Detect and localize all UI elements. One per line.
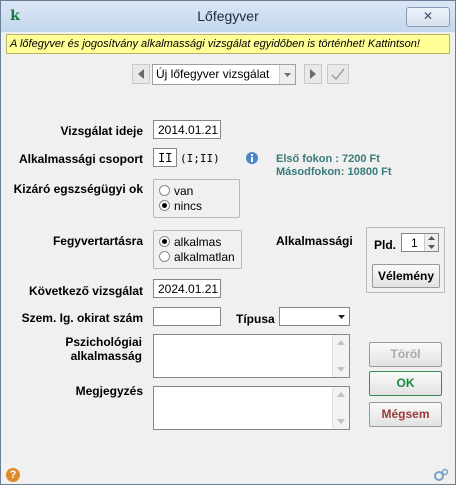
title-bar: k Lőfegyver ✕ bbox=[1, 1, 455, 32]
radio-icon[interactable] bbox=[159, 185, 170, 196]
radio-selected-icon[interactable] bbox=[159, 200, 170, 211]
opinion-button-label: Vélemény bbox=[377, 269, 435, 283]
fitness-label: Alkalmassági bbox=[276, 234, 353, 248]
fee-first-instance: Első fokon : 7200 Ft bbox=[276, 153, 380, 165]
exclusion-option-label: nincs bbox=[174, 199, 203, 213]
exclusion-option-label: van bbox=[174, 184, 194, 198]
ok-button-label: OK bbox=[396, 376, 415, 390]
scroll-up-icon[interactable] bbox=[333, 387, 349, 403]
alert-banner[interactable]: A lőfegyver és jogosítvány alkalmassági … bbox=[6, 34, 450, 54]
next-exam-value: 2024.01.21 bbox=[158, 282, 219, 296]
radio-icon[interactable] bbox=[159, 251, 170, 262]
type-label: Típusa bbox=[236, 312, 275, 326]
exclusion-option-van[interactable]: van bbox=[159, 184, 193, 199]
fitness-group-value: II bbox=[158, 151, 173, 165]
alert-text: A lőfegyver és jogosítvány alkalmassági … bbox=[10, 38, 420, 50]
exam-date-value: 2014.01.21 bbox=[158, 123, 219, 137]
radio-selected-icon[interactable] bbox=[159, 236, 170, 247]
settings-icon[interactable] bbox=[433, 468, 449, 482]
status-bar: ? bbox=[1, 466, 455, 484]
confirm-check-button[interactable] bbox=[327, 64, 349, 84]
psych-label-line2: alkalmasság bbox=[70, 349, 142, 363]
fitness-group-options: (I;II) bbox=[180, 152, 220, 165]
next-record-button[interactable] bbox=[304, 64, 322, 84]
psych-label: Pszichológiai alkalmasság bbox=[1, 335, 142, 363]
weapon-keeping-label: Fegyvertartásra bbox=[52, 234, 143, 248]
exam-date-input[interactable]: 2014.01.21 bbox=[153, 120, 221, 139]
psych-textarea[interactable] bbox=[153, 334, 350, 378]
weapon-option-label: alkalmas bbox=[174, 235, 222, 249]
weapon-option-alkalmatlan[interactable]: alkalmatlan bbox=[159, 250, 235, 265]
chevron-down-icon[interactable] bbox=[334, 308, 349, 325]
type-select[interactable] bbox=[279, 307, 350, 326]
id-doc-number-label: Szem. Ig. okirat szám bbox=[21, 311, 143, 325]
scroll-down-icon[interactable] bbox=[333, 413, 349, 429]
help-icon[interactable]: ? bbox=[6, 468, 20, 482]
copies-label: Pld. bbox=[374, 238, 397, 252]
exam-type-value: Új lőfegyver vizsgálat bbox=[156, 67, 270, 81]
fitness-group-label: Alkalmassági csoport bbox=[18, 152, 143, 166]
fee-second-value: 10800 Ft bbox=[347, 166, 392, 178]
id-doc-number-input[interactable] bbox=[153, 307, 221, 326]
chevron-down-icon[interactable] bbox=[279, 65, 295, 84]
close-button[interactable]: ✕ bbox=[406, 7, 450, 27]
fee-second-instance: Másodfokon: 10800 Ft bbox=[276, 166, 392, 178]
weapon-radio-group: alkalmas alkalmatlan bbox=[153, 230, 242, 269]
exclusion-label: Kizáró egszségügyi ok bbox=[13, 182, 143, 196]
triangle-left-icon bbox=[138, 69, 144, 79]
exam-date-label: Vizsgálat ideje bbox=[60, 124, 143, 138]
info-icon[interactable] bbox=[245, 151, 259, 165]
psych-label-line1: Pszichológiai bbox=[65, 335, 142, 349]
scroll-down-icon[interactable] bbox=[333, 361, 349, 377]
delete-button-label: Töröl bbox=[390, 347, 421, 361]
scroll-up-icon[interactable] bbox=[333, 335, 349, 351]
spinner-arrows-icon[interactable] bbox=[424, 234, 438, 251]
scrollbar[interactable] bbox=[332, 387, 349, 429]
copies-spinner[interactable]: 1 bbox=[401, 233, 439, 252]
delete-button[interactable]: Töröl bbox=[369, 342, 442, 367]
cancel-button[interactable]: Mégsem bbox=[369, 402, 442, 427]
fee-first-label: Első fokon : bbox=[276, 153, 339, 165]
checkmark-icon bbox=[331, 68, 345, 81]
exclusion-option-nincs[interactable]: nincs bbox=[159, 199, 202, 214]
note-textarea[interactable] bbox=[153, 386, 350, 430]
scrollbar[interactable] bbox=[332, 335, 349, 377]
weapon-option-label: alkalmatlan bbox=[174, 250, 235, 264]
fitness-group-input[interactable]: II bbox=[153, 148, 177, 167]
exclusion-radio-group: van nincs bbox=[153, 179, 240, 218]
exam-type-select[interactable]: Új lőfegyver vizsgálat bbox=[152, 64, 296, 85]
ok-button[interactable]: OK bbox=[369, 371, 442, 396]
opinion-group: Pld. 1 Vélemény bbox=[366, 227, 445, 293]
cancel-button-label: Mégsem bbox=[381, 407, 430, 421]
next-exam-label: Következő vizsgálat bbox=[28, 284, 143, 298]
prev-record-button[interactable] bbox=[132, 64, 150, 84]
window-title: Lőfegyver bbox=[197, 8, 259, 24]
fee-first-value: 7200 Ft bbox=[342, 153, 380, 165]
note-label: Megjegyzés bbox=[75, 384, 143, 398]
dialog-window: k Lőfegyver ✕ A lőfegyver és jogosítvány… bbox=[0, 0, 456, 485]
triangle-right-icon bbox=[310, 69, 316, 79]
copies-value: 1 bbox=[411, 236, 418, 250]
weapon-option-alkalmas[interactable]: alkalmas bbox=[159, 235, 221, 250]
fee-second-label: Másodfokon: bbox=[276, 166, 345, 178]
opinion-button[interactable]: Vélemény bbox=[372, 264, 440, 288]
next-exam-input[interactable]: 2024.01.21 bbox=[153, 279, 221, 298]
